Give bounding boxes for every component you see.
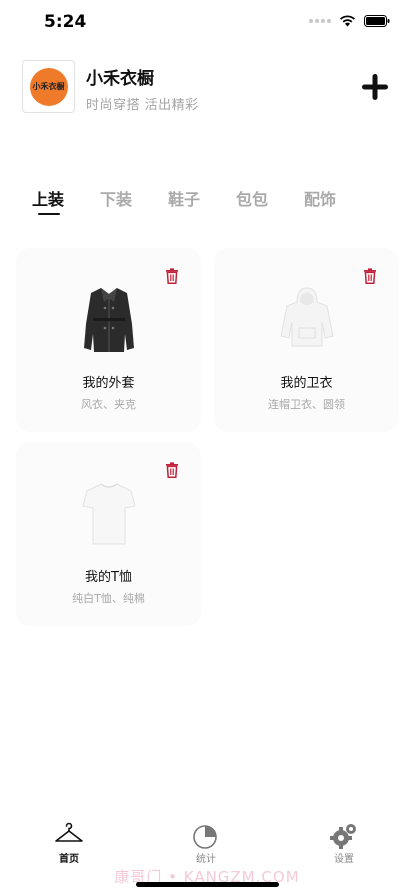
gears-icon (330, 824, 356, 849)
add-button[interactable] (358, 70, 392, 104)
status-time: 5:24 (44, 12, 87, 32)
item-card-title: 我的外套 (82, 376, 135, 391)
tab-accessories[interactable]: 配饰 (304, 186, 336, 210)
category-tabs: 上装 下装 鞋子 包包 配饰 (32, 186, 392, 222)
cellular-signal-icon (309, 19, 331, 23)
nav-label: 设置 (334, 854, 354, 865)
pie-chart-icon (193, 825, 217, 849)
app-logo: 小禾衣橱 (22, 60, 75, 113)
item-card-coat[interactable]: 我的外套 风衣、夹克 (16, 248, 201, 432)
plus-icon (362, 74, 388, 100)
tab-shoes[interactable]: 鞋子 (168, 186, 200, 210)
tab-bags[interactable]: 包包 (236, 186, 268, 210)
status-bar: 5:24 (0, 0, 414, 46)
item-card-tshirt[interactable]: 我的T恤 纯白T恤、纯棉 (16, 442, 201, 626)
nav-label: 首页 (59, 854, 79, 865)
item-card-desc: 纯白T恤、纯棉 (72, 592, 145, 605)
bottom-nav: 首页 统计 设置 (0, 818, 414, 868)
item-card-title: 我的卫衣 (280, 376, 333, 391)
nav-stats[interactable]: 统计 (176, 818, 236, 868)
battery-icon (364, 15, 390, 27)
home-indicator (136, 882, 279, 887)
item-card-hoodie[interactable]: 我的卫衣 连帽卫衣、圆领 (214, 248, 399, 432)
tab-bottoms[interactable]: 下装 (100, 186, 132, 210)
coat-icon (83, 288, 134, 352)
item-card-desc: 连帽卫衣、圆领 (268, 398, 345, 411)
tab-indicator (38, 213, 60, 215)
logo-text: 小禾衣橱 (32, 82, 65, 91)
status-icons (309, 15, 390, 27)
item-card-title: 我的T恤 (85, 570, 132, 585)
wifi-icon (340, 15, 355, 27)
nav-home[interactable]: 首页 (39, 818, 99, 868)
app-subtitle: 时尚穿搭 活出精彩 (86, 98, 199, 113)
tab-tops[interactable]: 上装 (32, 186, 64, 210)
nav-label: 统计 (196, 854, 216, 865)
item-card-desc: 风衣、夹克 (81, 398, 136, 411)
hanger-icon (55, 822, 83, 842)
nav-settings[interactable]: 设置 (314, 818, 374, 868)
logo-badge: 小禾衣橱 (29, 67, 68, 106)
trash-icon[interactable] (165, 462, 179, 478)
app-title: 小禾衣橱 (86, 69, 154, 89)
trash-icon[interactable] (165, 268, 179, 284)
tshirt-icon (81, 483, 136, 545)
app-header: 小禾衣橱 小禾衣橱 时尚穿搭 活出精彩 (22, 60, 392, 116)
trash-icon[interactable] (363, 268, 377, 284)
hoodie-icon (279, 287, 334, 347)
